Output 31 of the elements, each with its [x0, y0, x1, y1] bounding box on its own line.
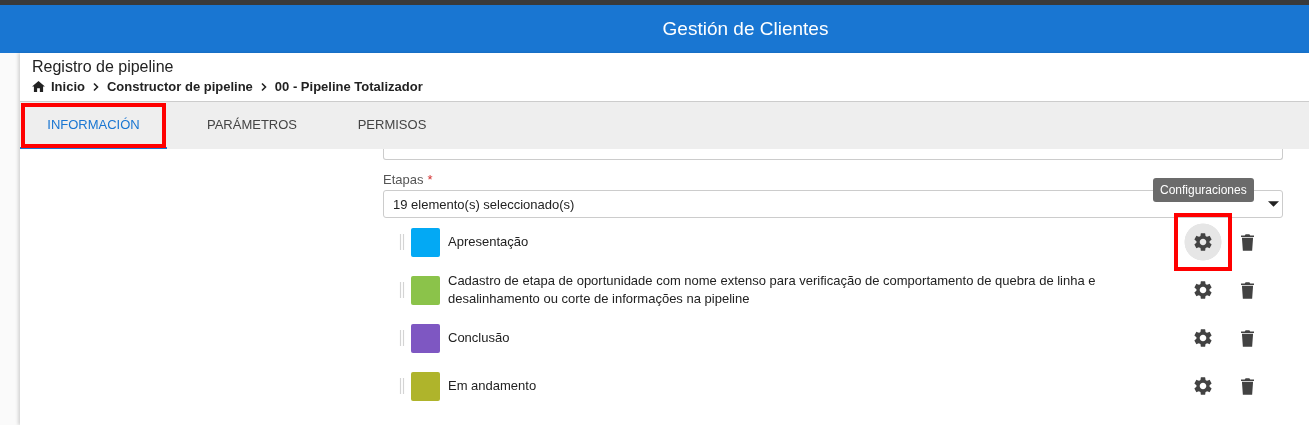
gear-icon — [1192, 375, 1214, 397]
gear-icon — [1192, 231, 1214, 253]
stage-name: Apresentação — [448, 233, 530, 251]
gear-icon — [1192, 279, 1214, 301]
caret-icon — [1268, 201, 1279, 207]
tab[interactable]: PARÁMETROS — [167, 102, 337, 149]
home-icon — [32, 81, 45, 92]
drag-handle-icon[interactable] — [399, 282, 405, 298]
breadcrumb-link[interactable]: Constructor de pipeline — [106, 79, 253, 94]
tooltip: Configuraciones — [1153, 178, 1254, 202]
drag-handle-icon[interactable] — [399, 378, 405, 394]
drag-handle-icon[interactable] — [399, 234, 405, 250]
settings-button[interactable] — [1184, 223, 1222, 261]
app-title: Gestión de Clientes — [662, 18, 829, 40]
tab[interactable]: PERMISOS — [337, 102, 447, 149]
field-label: Etapas * — [383, 172, 434, 187]
drag-handle-icon[interactable] — [399, 330, 405, 346]
required-mark: * — [427, 172, 433, 187]
breadcrumb-link[interactable]: 00 - Pipeline Totalizador — [274, 79, 423, 94]
page-title: Registro de pipeline — [32, 57, 175, 76]
trash-icon — [1240, 281, 1254, 299]
trash-icon — [1240, 329, 1254, 347]
trash-icon — [1240, 233, 1254, 251]
breadcrumb-link[interactable]: Inicio — [51, 79, 85, 94]
gear-icon — [1192, 327, 1214, 349]
stage-name: Em andamento — [448, 377, 538, 395]
input-field[interactable] — [383, 149, 1283, 160]
trash-icon — [1240, 377, 1254, 395]
tab[interactable]: INFORMACIÓN — [20, 102, 167, 149]
stage-name: Conclusão — [448, 329, 511, 347]
stage-name: Cadastro de etapa de oportunidade com nome extenso para verificação de comportamento de quebra de linha e desalinhamento ou corte de informações na pipeline — [448, 272, 1097, 308]
